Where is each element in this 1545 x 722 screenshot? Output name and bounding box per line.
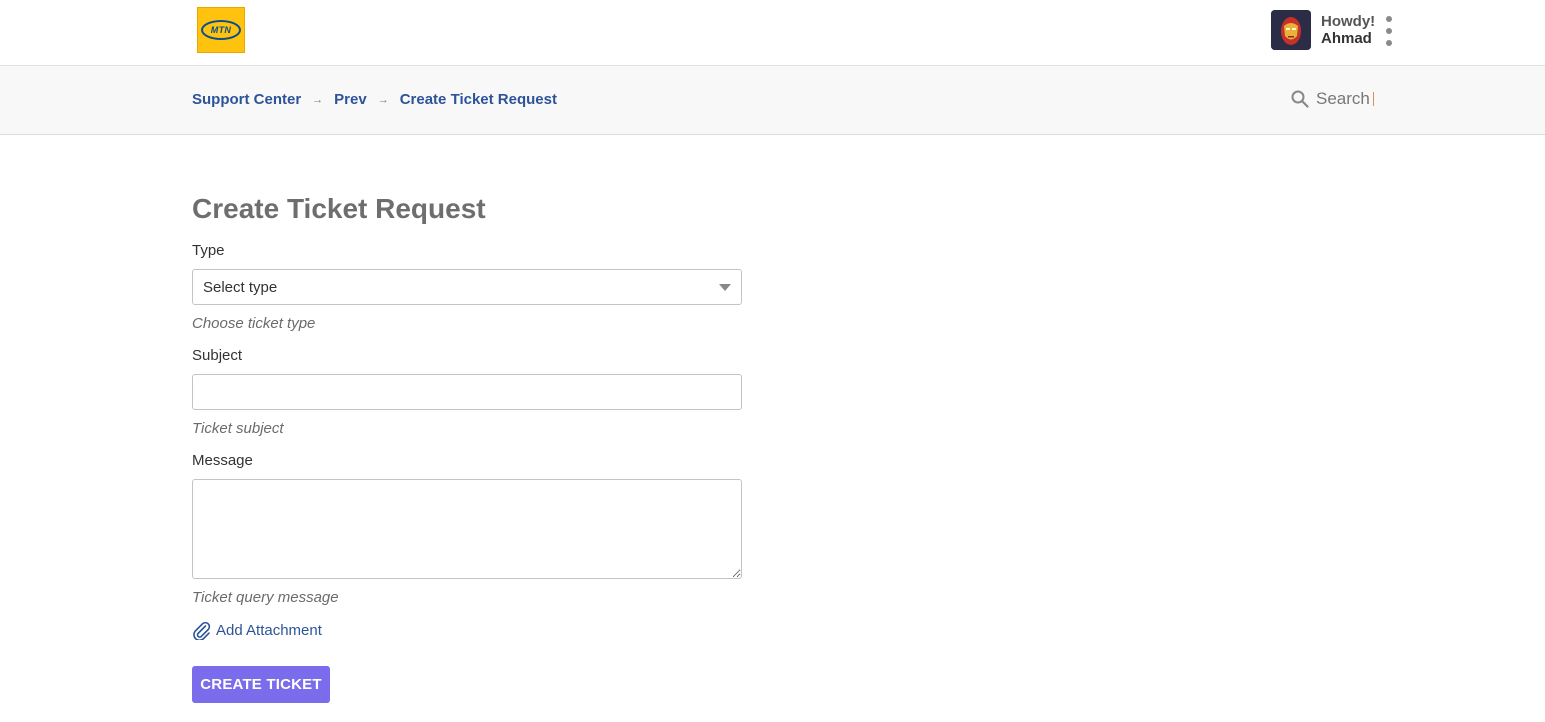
message-hint: Ticket query message: [192, 589, 339, 606]
search-input[interactable]: Search: [1316, 89, 1370, 109]
text-caret: [1372, 92, 1374, 106]
menu-dot: [1386, 16, 1392, 22]
breadcrumb-arrow-icon: →: [377, 93, 389, 106]
breadcrumb-support-center[interactable]: Support Center: [192, 91, 301, 108]
select-caret-icon: [719, 284, 731, 291]
breadcrumb-create-ticket[interactable]: Create Ticket Request: [400, 91, 557, 108]
create-ticket-button[interactable]: CREATE TICKET: [192, 666, 330, 703]
add-attachment-link[interactable]: Add Attachment: [192, 620, 322, 640]
subject-hint: Ticket subject: [192, 420, 284, 437]
subject-field[interactable]: [192, 374, 742, 410]
greeting-text: Howdy!: [1321, 13, 1376, 30]
menu-dots-icon[interactable]: [1383, 16, 1395, 46]
breadcrumb-prev[interactable]: Prev: [334, 91, 367, 108]
menu-dot: [1386, 28, 1392, 34]
paperclip-icon: [193, 621, 211, 640]
type-select[interactable]: Select type: [192, 269, 742, 305]
breadcrumb: Support Center → Prev → Create Ticket Re…: [192, 91, 557, 108]
mtn-logo[interactable]: MTN: [197, 7, 245, 53]
message-field[interactable]: [192, 479, 742, 579]
logo-text: MTN: [210, 25, 232, 35]
subject-label: Subject: [192, 347, 243, 364]
type-hint: Choose ticket type: [192, 315, 316, 332]
add-attachment-label: Add Attachment: [216, 621, 322, 639]
breadcrumb-bar: Support Center → Prev → Create Ticket Re…: [0, 66, 1545, 135]
search-box[interactable]: Search: [1291, 88, 1374, 110]
username-text: Ahmad: [1321, 30, 1372, 47]
breadcrumb-arrow-icon: →: [312, 93, 324, 106]
type-select-value: Select type: [203, 278, 278, 296]
avatar[interactable]: [1271, 10, 1311, 50]
message-label: Message: [192, 452, 253, 469]
top-navbar: MTN Howdy! Ahmad: [0, 0, 1545, 66]
page-title: Create Ticket Request: [192, 193, 486, 224]
menu-dot: [1386, 40, 1392, 46]
avatar-icon: [1271, 10, 1311, 50]
search-icon: [1291, 90, 1309, 108]
logo-oval: MTN: [201, 20, 241, 40]
type-label: Type: [192, 242, 225, 259]
